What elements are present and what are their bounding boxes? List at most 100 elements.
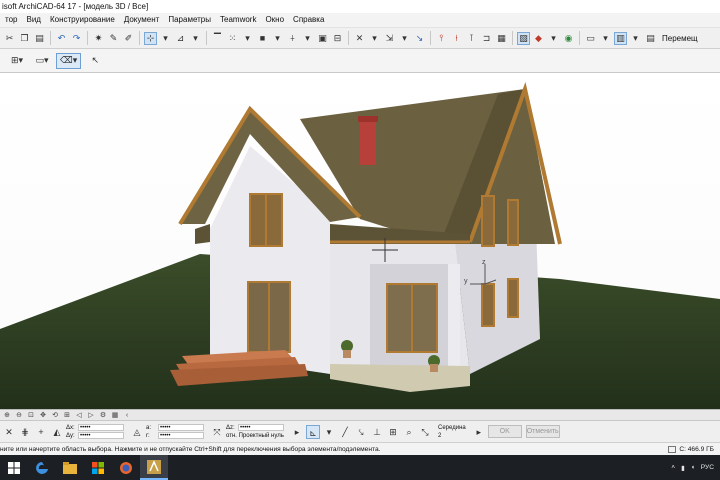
copy-icon[interactable]: ❐ (18, 32, 31, 45)
firefox-icon[interactable] (112, 455, 140, 480)
trace-icon[interactable]: ⊹ (144, 31, 157, 45)
zoom-in-icon[interactable]: ⊕ (2, 411, 12, 420)
menu-document[interactable]: Документ (120, 13, 165, 27)
paste-icon[interactable]: ▤ (33, 32, 46, 45)
next-view-icon[interactable]: ▷ (86, 411, 96, 420)
volume-icon[interactable]: ◖ (691, 464, 695, 471)
dropdown-arrow-icon[interactable]: ▾ (398, 32, 411, 45)
dropdown-arrow-icon[interactable]: ▾ (159, 32, 172, 45)
plus-icon[interactable]: + (34, 425, 48, 439)
syringe-icon[interactable]: ✐ (122, 32, 135, 45)
a-input[interactable]: ••••• (158, 424, 204, 431)
dropdown-arrow-icon[interactable]: ▾ (241, 32, 254, 45)
dropdown-arrow-icon[interactable]: ▾ (599, 32, 612, 45)
layer-icon[interactable]: ▔ (211, 32, 224, 45)
window-icon[interactable]: ▭ (584, 32, 597, 45)
settings-icon[interactable]: ⚙ (98, 411, 108, 420)
windows-start-icon[interactable] (0, 455, 28, 480)
tray-arrow-icon[interactable]: ˄ (671, 464, 675, 471)
guide-line-icon[interactable]: ⊾ (306, 424, 320, 439)
dx-input[interactable]: ••••• (78, 424, 124, 431)
magnifier-icon[interactable]: ⌕ (402, 425, 416, 439)
eraser-icon[interactable]: ⌫▾ (56, 52, 82, 69)
elevation-icon[interactable]: ⫯ (435, 32, 448, 45)
navigator-label[interactable]: Перемещ (662, 34, 698, 43)
adjust-icon[interactable]: ⇲ (383, 32, 396, 45)
a-label: a: (146, 424, 152, 431)
menu-design[interactable]: Конструирование (46, 13, 120, 27)
ok-button[interactable]: OK (487, 425, 522, 438)
polar-coords-icon[interactable]: ◬ (130, 425, 144, 439)
menu-window[interactable]: Окно (261, 13, 289, 27)
perpendicular-icon[interactable]: ⊥ (370, 425, 384, 439)
snap-dropdown-icon[interactable]: ▸ (472, 425, 486, 439)
eyedropper-icon[interactable]: ✎ (107, 32, 120, 45)
r-input[interactable]: ••••• (158, 432, 204, 439)
undo-icon[interactable]: ↶ (55, 32, 68, 45)
line-snap-icon[interactable]: ╱ (338, 425, 352, 439)
snap-icon[interactable]: ⊿ (174, 32, 187, 45)
file-explorer-icon[interactable] (56, 455, 84, 480)
menu-teamwork[interactable]: Teamwork (216, 13, 261, 27)
menu-options[interactable]: Параметры (164, 13, 216, 27)
cut-icon[interactable]: ✂ (3, 32, 16, 45)
orbit-icon[interactable]: ⟲ (50, 411, 60, 420)
panel-icon[interactable]: ▤ (644, 32, 657, 45)
close-icon[interactable]: ✕ (2, 425, 16, 439)
menu-view[interactable]: Вид (22, 13, 45, 27)
snap-point-icon[interactable]: ⤥ (354, 425, 368, 439)
offset-icon[interactable]: ↘ (413, 32, 426, 45)
redo-icon[interactable]: ↷ (70, 32, 83, 45)
absolute-coords-icon[interactable]: ◭ (50, 425, 64, 439)
menu-edit[interactable]: тор (1, 13, 22, 27)
sun-icon[interactable]: ◉ (562, 32, 575, 45)
section-icon[interactable]: ▦ (495, 32, 508, 45)
dropdown-arrow-icon[interactable]: ▾ (189, 32, 202, 45)
dropdown-arrow-icon[interactable]: ▾ (629, 32, 642, 45)
archicad-icon[interactable] (140, 455, 168, 480)
3d-viewport[interactable]: z y (0, 74, 720, 409)
zoom-window-icon[interactable]: ⊞ (62, 411, 72, 420)
scroll-left-icon[interactable]: ‹ (122, 411, 132, 420)
arrow-cursor-icon[interactable]: ↖ (84, 53, 106, 69)
cube-icon[interactable]: ■ (256, 32, 269, 45)
mirror-icon[interactable]: ⊟ (331, 32, 344, 45)
layer-settings-icon[interactable]: ⊞▾ (6, 53, 28, 69)
snap-distance-icon[interactable]: ⤡ (418, 425, 432, 439)
profile-icon[interactable]: ⊐ (480, 32, 493, 45)
box-icon[interactable]: ▣ (316, 32, 329, 45)
zoom-out-icon[interactable]: ⊖ (14, 411, 24, 420)
pin-icon[interactable]: ⍭ (286, 32, 299, 45)
marquee-icon[interactable]: ▭▾ (31, 53, 53, 69)
grid-snap-icon[interactable]: ⋕ (18, 425, 32, 439)
3d-view-icon[interactable]: ▧ (517, 31, 530, 45)
dropdown-arrow-icon[interactable]: ▾ (368, 32, 381, 45)
dz-input[interactable]: ••••• (238, 424, 284, 431)
grid-icon[interactable]: ⁙ (226, 32, 239, 45)
grid-lines-icon[interactable]: ⊞ (386, 425, 400, 439)
pan-icon[interactable]: ✥ (38, 411, 48, 420)
fit-window-icon[interactable]: ⊡ (26, 411, 36, 420)
view-options-icon[interactable]: ▦ (110, 411, 120, 420)
intersection-icon[interactable]: ⊺ (465, 32, 478, 45)
reference-dropdown-icon[interactable]: ▸ (290, 425, 304, 439)
dropdown-arrow-icon[interactable]: ▾ (271, 32, 284, 45)
render-icon[interactable]: ◆ (532, 32, 545, 45)
z-axis-icon[interactable]: ⤧ (210, 425, 224, 439)
layout-icon[interactable]: ▥ (614, 31, 627, 45)
dropdown-arrow-icon[interactable]: ▾ (322, 425, 336, 439)
cancel-button[interactable]: Отменить (525, 425, 560, 438)
menu-help[interactable]: Справка (289, 13, 329, 27)
windows-store-icon[interactable] (84, 455, 112, 480)
magic-wand-icon[interactable]: ✷ (92, 32, 105, 45)
dropdown-arrow-icon[interactable]: ▾ (301, 32, 314, 45)
snap-mode[interactable]: Середина 2 (438, 424, 466, 440)
edge-icon[interactable] (28, 455, 56, 480)
split-icon[interactable]: ✕ (353, 32, 366, 45)
previous-view-icon[interactable]: ◁ (74, 411, 84, 420)
keyboard-language[interactable]: РУС (701, 464, 714, 471)
dropdown-arrow-icon[interactable]: ▾ (547, 32, 560, 45)
dy-input[interactable]: ••••• (78, 432, 124, 439)
marker-icon[interactable]: ⍿ (450, 32, 463, 45)
network-icon[interactable]: ▮ (681, 464, 685, 472)
